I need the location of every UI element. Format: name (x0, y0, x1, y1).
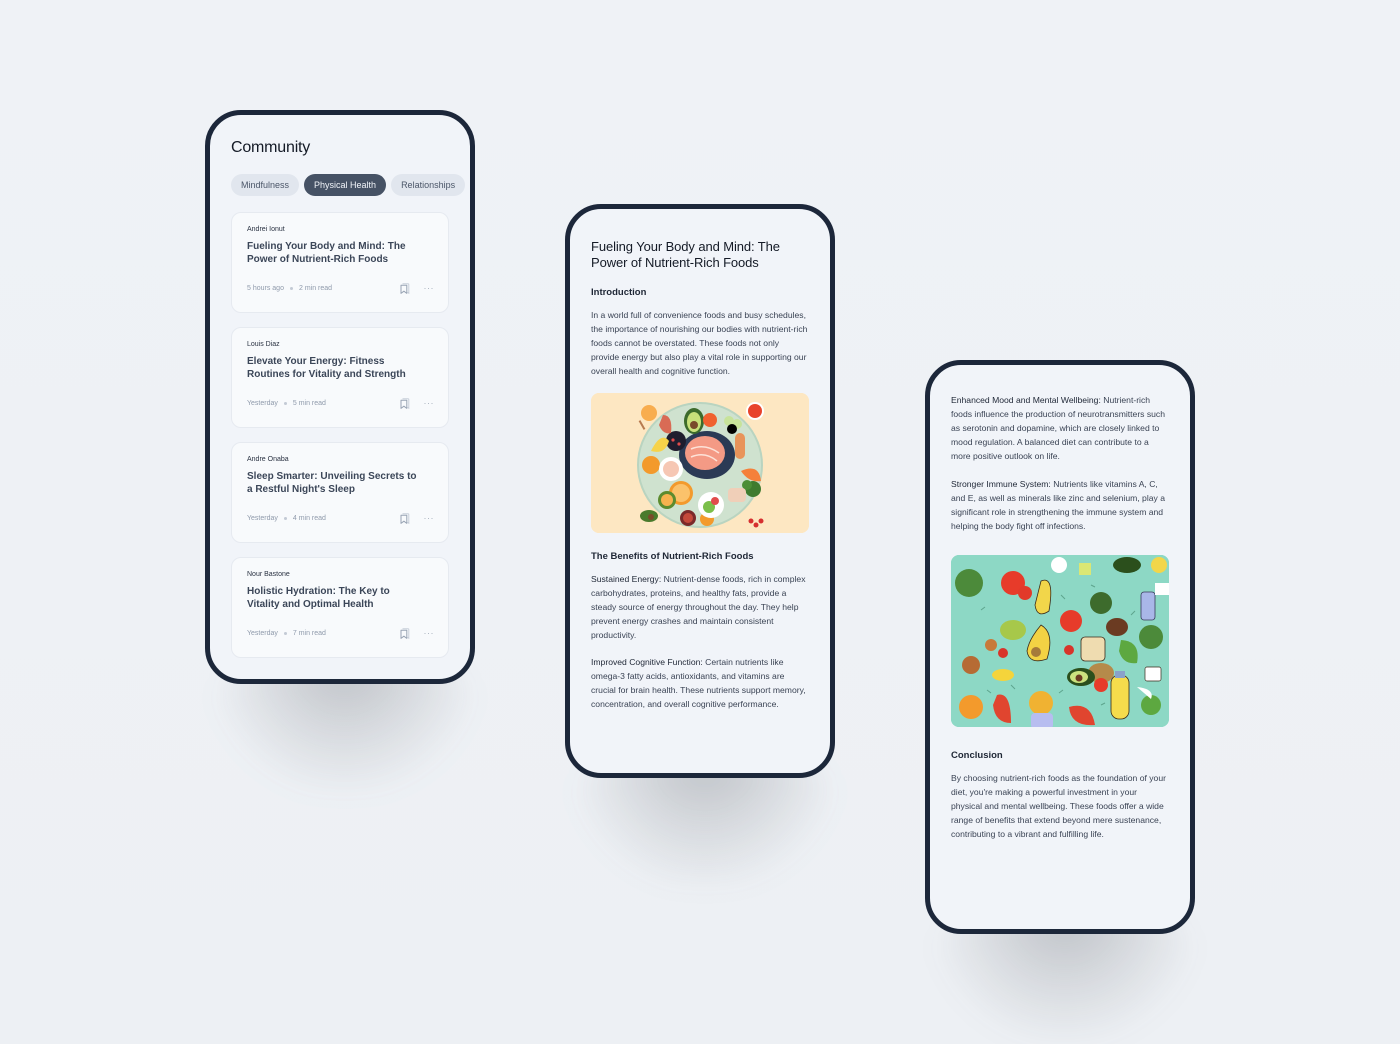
post-read-time: 4 min read (292, 515, 326, 522)
post-title[interactable]: Sleep Smarter: Unveiling Secrets to a Re… (247, 470, 422, 496)
post-read-time: 2 min read (298, 285, 333, 292)
post-time: Yesterday (247, 515, 278, 522)
phone-community: Community Mindfulness Physical Health Re… (205, 110, 475, 684)
bookmark-icon[interactable] (400, 398, 410, 409)
category-chips: Mindfulness Physical Health Relationship… (231, 174, 470, 196)
post-title[interactable]: Fueling Your Body and Mind: The Power of… (247, 240, 422, 266)
post-meta: Yesterday 5 min read ··· (247, 398, 434, 409)
food-plate-illustration (591, 393, 809, 533)
food-plate-image (591, 393, 809, 533)
section-heading-introduction: Introduction (591, 287, 647, 298)
benefit-mood-wellbeing: Enhanced Mood and Mental Wellbeing: Nutr… (951, 393, 1169, 463)
post-time: Yesterday (247, 400, 278, 407)
bookmark-icon[interactable] (400, 283, 410, 294)
post-card[interactable]: Louis Diaz Elevate Your Energy: Fitness … (231, 327, 449, 428)
food-pattern-image (951, 555, 1169, 727)
benefit-sustained-energy: Sustained Energy: Nutrient-dense foods, … (591, 572, 809, 642)
phone-article-continued: Enhanced Mood and Mental Wellbeing: Nutr… (925, 360, 1195, 934)
bookmark-icon[interactable] (400, 628, 410, 639)
post-read-time: 5 min read (292, 400, 326, 407)
post-meta: 5 hours ago 2 min read ··· (247, 283, 434, 294)
meta-separator (283, 517, 287, 520)
post-read-time: 7 min read (292, 630, 326, 637)
showcase-stage: Community Mindfulness Physical Health Re… (0, 0, 1400, 1044)
post-meta: Yesterday 7 min read ··· (247, 628, 434, 639)
page-title: Community (231, 139, 311, 156)
benefit-label: Improved Cognitive Function: (591, 657, 703, 667)
chip-relationships[interactable]: Relationships (391, 174, 466, 196)
post-title[interactable]: Elevate Your Energy: Fitness Routines fo… (247, 355, 422, 381)
benefit-label: Sustained Energy: (591, 574, 662, 584)
benefit-label: Enhanced Mood and Mental Wellbeing: (951, 395, 1101, 405)
post-list: Andrei Ionut Fueling Your Body and Mind:… (231, 212, 470, 658)
food-pattern-illustration (951, 555, 1169, 727)
more-horizontal-icon[interactable]: ··· (424, 629, 435, 638)
intro-paragraph: In a world full of convenience foods and… (591, 310, 808, 376)
benefit-cognitive-function: Improved Cognitive Function: Certain nut… (591, 655, 809, 711)
post-author: Andre Onaba (247, 456, 289, 463)
post-card[interactable]: Andrei Ionut Fueling Your Body and Mind:… (231, 212, 449, 313)
post-card[interactable]: Nour Bastone Holistic Hydration: The Key… (231, 557, 449, 658)
phone-article: Fueling Your Body and Mind: The Power of… (565, 204, 835, 778)
more-horizontal-icon[interactable]: ··· (424, 284, 435, 293)
benefit-immune-system: Stronger Immune System: Nutrients like v… (951, 477, 1169, 533)
post-title[interactable]: Holistic Hydration: The Key to Vitality … (247, 585, 422, 611)
post-author: Andrei Ionut (247, 226, 285, 233)
chip-physical-health[interactable]: Physical Health (304, 174, 387, 196)
chip-mindfulness[interactable]: Mindfulness (231, 174, 300, 196)
post-author: Louis Diaz (247, 341, 280, 348)
meta-separator (283, 632, 287, 635)
section-heading-conclusion: Conclusion (951, 750, 1003, 761)
benefit-label: Stronger Immune System: (951, 479, 1051, 489)
post-card[interactable]: Andre Onaba Sleep Smarter: Unveiling Sec… (231, 442, 449, 543)
post-meta: Yesterday 4 min read ··· (247, 513, 434, 524)
meta-separator (283, 402, 287, 405)
post-time: Yesterday (247, 630, 278, 637)
more-horizontal-icon[interactable]: ··· (424, 399, 435, 408)
more-horizontal-icon[interactable]: ··· (424, 514, 435, 523)
section-heading-benefits: The Benefits of Nutrient-Rich Foods (591, 551, 754, 562)
conclusion-paragraph: By choosing nutrient-rich foods as the f… (951, 773, 1166, 839)
meta-separator (289, 287, 293, 290)
bookmark-icon[interactable] (400, 513, 410, 524)
post-author: Nour Bastone (247, 571, 290, 578)
post-time: 5 hours ago (247, 285, 284, 292)
article-title: Fueling Your Body and Mind: The Power of… (591, 239, 780, 270)
